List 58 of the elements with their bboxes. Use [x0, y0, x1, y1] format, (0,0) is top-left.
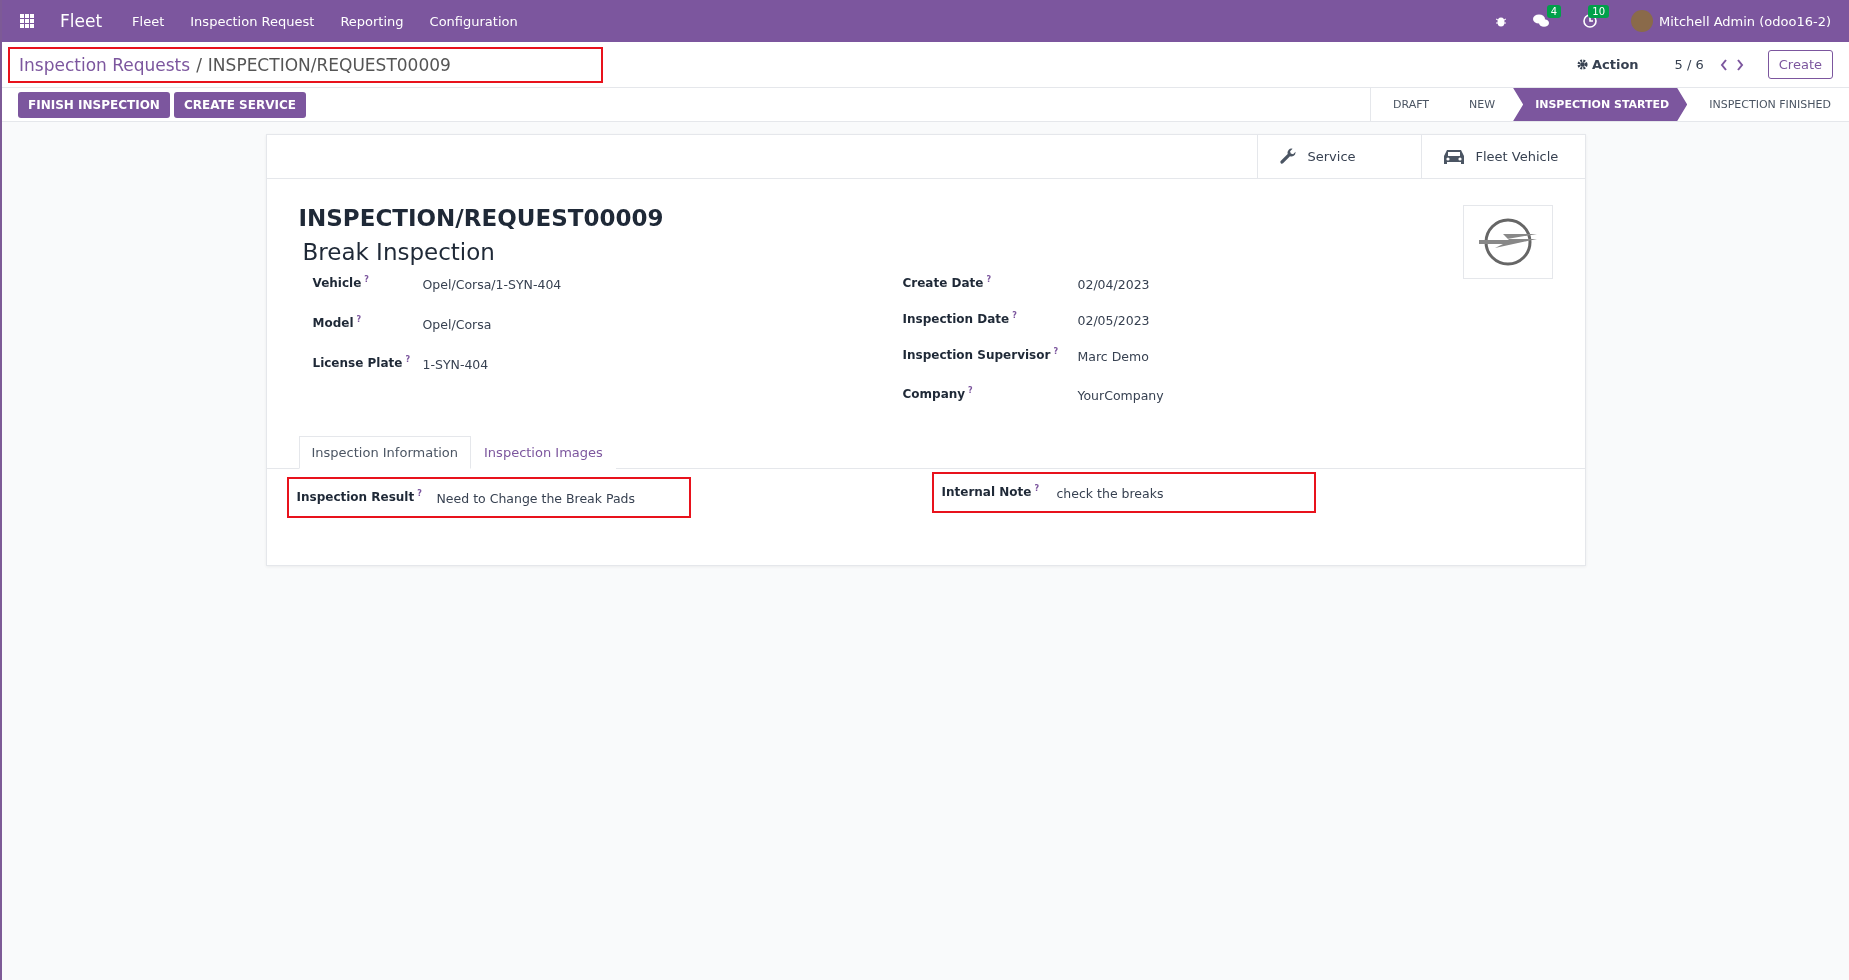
status-stage[interactable]: INSPECTION STARTED — [1513, 88, 1688, 121]
record-reference: INSPECTION/REQUEST00009 — [298, 205, 664, 231]
apps-grid-icon[interactable] — [20, 14, 34, 28]
clock-icon[interactable] — [1583, 14, 1597, 28]
breadcrumb-separator: / — [196, 54, 202, 75]
help-mark[interactable]: ? — [405, 355, 411, 364]
menu-item[interactable]: Reporting — [340, 13, 404, 29]
field-value: YourCompany — [1077, 387, 1165, 403]
field-label: Inspection Supervisor $^{?}$ — [902, 347, 1060, 362]
field-value: Marc Demo — [1077, 348, 1150, 364]
help-mark[interactable]: ? — [986, 275, 992, 284]
field-label: Model $^{?}$ — [312, 315, 363, 330]
form-tab[interactable]: Inspection Information — [298, 436, 472, 469]
field-value: 02/04/2023 — [1077, 276, 1151, 292]
help-mark[interactable]: ? — [1034, 484, 1040, 493]
gear-icon — [1577, 59, 1588, 70]
smart-button[interactable]: Fleet Vehicle — [1420, 135, 1585, 178]
chat-icon[interactable] — [1533, 14, 1549, 28]
field-label: Vehicle $^{?}$ — [312, 275, 370, 290]
help-mark[interactable]: ? — [1053, 347, 1059, 356]
field-value: Opel/Corsa — [422, 316, 493, 332]
app-title[interactable]: Fleet — [60, 11, 103, 31]
menu-item[interactable]: Inspection Request — [190, 13, 315, 29]
field-label: Internal Note $^{?}$ — [941, 484, 1041, 501]
car-icon — [1441, 147, 1466, 166]
field-label: Company $^{?}$ — [902, 386, 974, 401]
chevron-left-icon — [1719, 58, 1728, 71]
field-label: License Plate $^{?}$ — [312, 355, 412, 370]
menu-item[interactable]: Configuration — [429, 13, 518, 29]
create-button[interactable]: Create — [1767, 50, 1833, 79]
field-value: 02/05/2023 — [1077, 312, 1151, 328]
header-button[interactable]: FINISH INSPECTION — [18, 91, 170, 118]
help-mark[interactable]: ? — [417, 489, 422, 498]
breadcrumb-link[interactable]: Inspection Requests — [19, 54, 191, 75]
field-value: check the breaks — [1056, 485, 1165, 501]
field-value: Need to Change the Break Pads — [436, 490, 637, 506]
breadcrumb-current: INSPECTION/REQUEST00009 — [207, 54, 451, 75]
help-mark[interactable]: ? — [364, 275, 369, 284]
field-label: Create Date $^{?}$ — [902, 275, 993, 290]
menu-item[interactable]: Fleet — [132, 13, 165, 29]
wrench-icon — [1277, 146, 1298, 167]
record-name: Break Inspection — [302, 239, 495, 265]
activity-count-badge: 10 — [1588, 5, 1609, 18]
header-button[interactable]: CREATE SERVICE — [173, 91, 306, 118]
smart-button[interactable]: Service — [1256, 135, 1421, 178]
help-mark[interactable]: ? — [968, 386, 973, 395]
message-count-badge: 4 — [1546, 5, 1561, 18]
user-name[interactable]: Mitchell Admin (odoo16-2) — [1659, 13, 1831, 29]
bug-icon[interactable] — [1495, 15, 1507, 27]
help-mark[interactable]: ? — [1012, 311, 1017, 320]
pager-text: 5 / 6 — [1674, 57, 1704, 72]
field-label: Inspection Date $^{?}$ — [902, 311, 1018, 326]
field-value: 1-SYN-404 — [422, 356, 490, 372]
action-button[interactable]: Action — [1571, 56, 1645, 73]
field-label: Inspection Result $^{?}$ — [296, 489, 423, 506]
help-mark[interactable]: ? — [356, 315, 362, 324]
chevron-right-icon — [1735, 58, 1744, 71]
field-value: Opel/Corsa/1-SYN-404 — [422, 276, 563, 292]
